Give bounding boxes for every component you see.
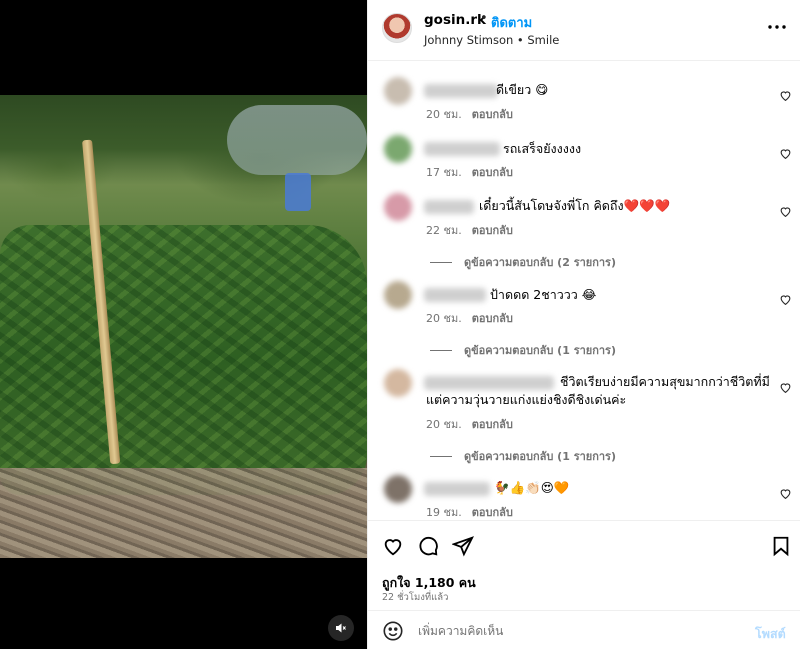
more-horizontal-icon bbox=[768, 25, 786, 29]
comment-text: เดี๋ยวนี้สันโดษจังพี่โก คิดถึง❤️❤️❤️ bbox=[479, 198, 671, 213]
emoji-smiley-icon[interactable] bbox=[382, 620, 404, 642]
comments-list[interactable]: ดีเขียว 😋 20 ชม. ตอบกลับ รถเสร็จยังงงงง 1… bbox=[368, 61, 800, 520]
comment-time: 19 ชม. bbox=[426, 506, 462, 519]
comment-meta: 19 ชม. ตอบกลับ bbox=[426, 503, 513, 520]
speaker-muted-icon bbox=[336, 623, 346, 633]
commenter-name-redacted[interactable] bbox=[424, 142, 500, 156]
like-comment-heart-icon[interactable] bbox=[779, 487, 792, 500]
reply-button[interactable]: ตอบกลับ bbox=[472, 224, 513, 237]
view-replies-button[interactable]: ดูข้อความตอบกลับ (1 รายการ) bbox=[430, 341, 616, 359]
comment-meta: 22 ชม. ตอบกลับ bbox=[426, 221, 513, 239]
comment-bubble-icon[interactable] bbox=[417, 535, 439, 557]
reply-button[interactable]: ตอบกลับ bbox=[472, 506, 513, 519]
reply-button[interactable]: ตอบกลับ bbox=[472, 418, 513, 431]
view-replies-button[interactable]: ดูข้อความตอบกลับ (2 รายการ) bbox=[430, 253, 616, 271]
comment-meta: 20 ชม. ตอบกลับ bbox=[426, 309, 513, 327]
post-comment-button[interactable]: โพสต์ bbox=[755, 624, 786, 644]
comment-time: 22 ชม. bbox=[426, 224, 462, 237]
view-replies-label: ดูข้อความตอบกลับ (1 รายการ) bbox=[464, 450, 616, 463]
post-actions: ถูกใจ 1,180 คน 22 ชั่วโมงที่แล้ว bbox=[368, 520, 800, 610]
post-details-panel: gosin.rk • ติดตาม Johnny Stimson • Smile… bbox=[367, 0, 800, 649]
video-player[interactable] bbox=[0, 95, 367, 558]
replies-divider bbox=[430, 455, 452, 457]
post-media bbox=[0, 0, 367, 649]
mute-button[interactable] bbox=[328, 615, 354, 641]
comment-input[interactable] bbox=[418, 617, 738, 645]
replies-divider bbox=[430, 349, 452, 351]
commenter-avatar[interactable] bbox=[384, 77, 412, 105]
commenter-name-redacted[interactable] bbox=[424, 482, 490, 496]
commenter-avatar[interactable] bbox=[384, 369, 412, 397]
view-replies-button[interactable]: ดูข้อความตอบกลับ (1 รายการ) bbox=[430, 447, 616, 465]
like-heart-icon[interactable] bbox=[382, 535, 404, 557]
comment-text: รถเสร็จยังงงงง bbox=[503, 141, 582, 156]
reply-button[interactable]: ตอบกลับ bbox=[472, 312, 513, 325]
add-comment-bar: โพสต์ bbox=[368, 610, 800, 649]
ground-plants bbox=[0, 225, 367, 495]
share-paper-plane-icon[interactable] bbox=[452, 535, 474, 557]
commenter-avatar[interactable] bbox=[384, 193, 412, 221]
like-comment-heart-icon[interactable] bbox=[779, 381, 792, 394]
like-comment-heart-icon[interactable] bbox=[779, 89, 792, 102]
bookmark-icon[interactable] bbox=[770, 535, 792, 557]
view-replies-label: ดูข้อความตอบกลับ (2 รายการ) bbox=[464, 256, 616, 269]
post-header: gosin.rk • ติดตาม Johnny Stimson • Smile bbox=[368, 0, 800, 61]
comment-text: ดีเขียว 😋 bbox=[496, 82, 549, 97]
comment-time: 20 ชม. bbox=[426, 418, 462, 431]
username-link[interactable]: gosin.rk bbox=[424, 12, 486, 28]
separator-dot: • bbox=[480, 11, 488, 26]
like-comment-heart-icon[interactable] bbox=[779, 293, 792, 306]
comment-text: ชีวิตเรียบง่ายมีความสุขมากกว่าชีวิตที่มี… bbox=[426, 374, 770, 407]
comment-time: 20 ชม. bbox=[426, 108, 462, 121]
audio-track-link[interactable]: Johnny Stimson • Smile bbox=[424, 33, 559, 47]
reply-button[interactable]: ตอบกลับ bbox=[472, 166, 513, 179]
commenter-name-redacted[interactable] bbox=[424, 84, 498, 98]
commenter-name-redacted[interactable] bbox=[424, 200, 474, 214]
background-sky bbox=[227, 105, 367, 175]
post-time: 22 ชั่วโมงที่แล้ว bbox=[382, 592, 449, 603]
commenter-name-redacted[interactable] bbox=[424, 288, 486, 302]
commenter-avatar[interactable] bbox=[384, 281, 412, 309]
comment-meta: 20 ชม. ตอบกลับ bbox=[426, 415, 513, 433]
comment-time: 20 ชม. bbox=[426, 312, 462, 325]
comment-text: 🐓👍👏🏻😍🧡 bbox=[494, 480, 570, 495]
commenter-avatar[interactable] bbox=[384, 475, 412, 503]
ground-leaves bbox=[0, 468, 367, 558]
like-comment-heart-icon[interactable] bbox=[779, 147, 792, 160]
blue-chair bbox=[285, 173, 311, 211]
comment-meta: 20 ชม. ตอบกลับ bbox=[426, 105, 513, 123]
like-comment-heart-icon[interactable] bbox=[779, 205, 792, 218]
comment-time: 17 ชม. bbox=[426, 166, 462, 179]
view-replies-label: ดูข้อความตอบกลับ (1 รายการ) bbox=[464, 344, 616, 357]
avatar[interactable] bbox=[382, 13, 412, 43]
comment-text: ป้าดดด 2ชาววว 😂 bbox=[490, 287, 597, 302]
follow-button[interactable]: ติดตาม bbox=[491, 12, 532, 33]
replies-divider bbox=[430, 261, 452, 263]
more-options-button[interactable] bbox=[766, 16, 788, 38]
commenter-avatar[interactable] bbox=[384, 135, 412, 163]
comment-meta: 17 ชม. ตอบกลับ bbox=[426, 163, 513, 181]
reply-button[interactable]: ตอบกลับ bbox=[472, 108, 513, 121]
